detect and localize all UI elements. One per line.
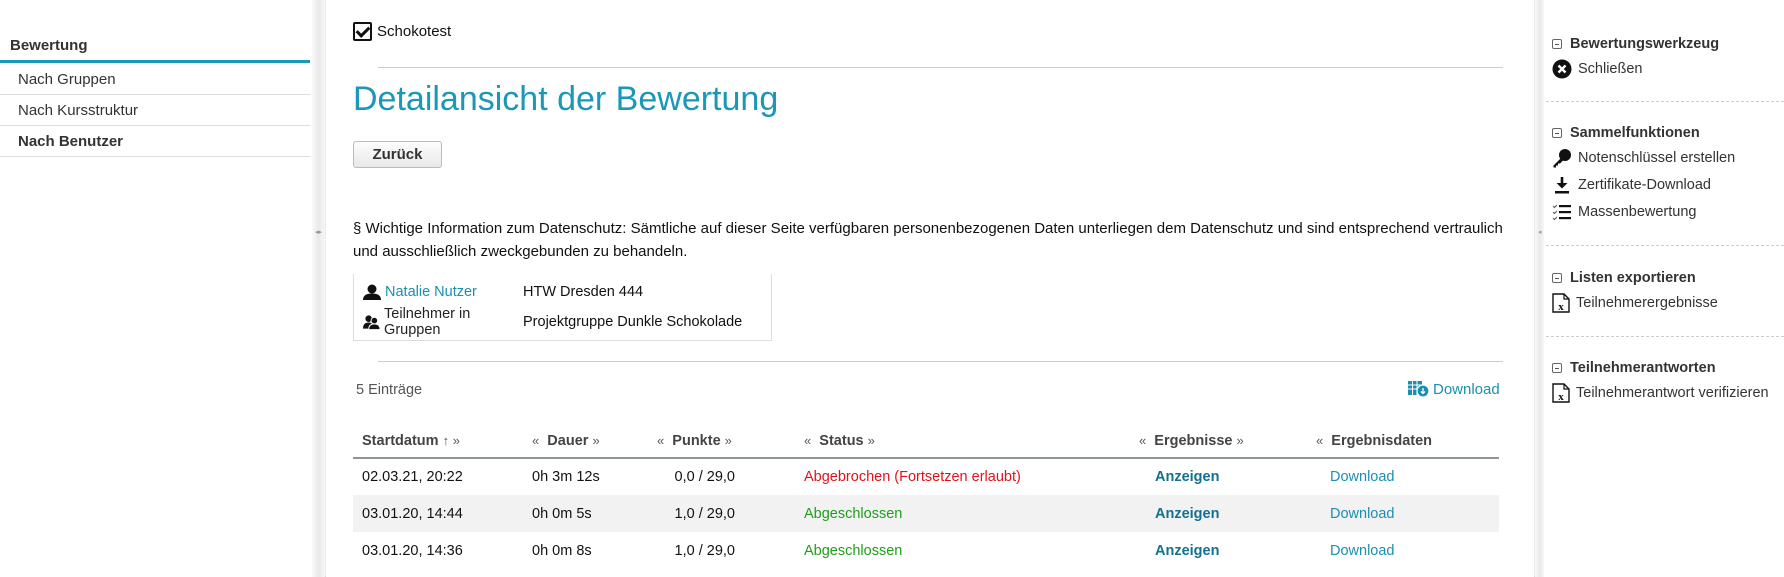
download-result-data-link[interactable]: Download	[1330, 506, 1395, 522]
download-result-data-link[interactable]: Download	[1330, 469, 1395, 485]
section-bulk-functions: Sammelfunktionen Notenschlüssel erstelle…	[1546, 122, 1784, 225]
breadcrumb-label: Schokotest	[377, 23, 452, 40]
groups-value: Projektgruppe Dunkle Schokolade	[523, 314, 743, 330]
section-separator	[1546, 336, 1784, 337]
collapse-icon	[1552, 363, 1562, 373]
nav-item-by-course-structure[interactable]: Nach Kursstruktur	[0, 95, 310, 126]
checklist-icon	[1552, 204, 1571, 220]
section-export-lists: Listen exportieren x Teilnehmerergebniss…	[1546, 267, 1784, 316]
download-icon	[1555, 176, 1569, 193]
nav-heading[interactable]: Bewertung	[0, 33, 310, 63]
groups-row: Teilnehmer in Gruppen Projektgruppe Dunk…	[363, 306, 743, 338]
svg-text:x: x	[1558, 391, 1564, 403]
table-row: 03.01.20, 14:44 0h 0m 5s 1,0 / 29,0 Abge…	[353, 495, 1499, 532]
user-info-box: Natalie Nutzer HTW Dresden 444 Teilnehme…	[353, 274, 772, 341]
user-icon	[363, 284, 381, 300]
cell-start: 03.01.20, 14:44	[353, 495, 523, 532]
cell-status: Abgebrochen (Fortsetzen erlaubt)	[804, 469, 1021, 485]
user-name-link[interactable]: Natalie Nutzer	[385, 284, 477, 300]
create-grading-key-button[interactable]: Notenschlüssel erstellen	[1546, 144, 1784, 171]
show-results-link[interactable]: Anzeigen	[1155, 543, 1219, 559]
show-results-link[interactable]: Anzeigen	[1155, 506, 1219, 522]
col-results[interactable]: « Ergebnisse »	[1130, 424, 1307, 459]
user-row: Natalie Nutzer HTW Dresden 444	[363, 282, 643, 302]
download-result-data-link[interactable]: Download	[1330, 543, 1395, 559]
table-row: 03.01.20, 14:36 0h 0m 8s 1,0 / 29,0 Abge…	[353, 532, 1499, 569]
section-separator	[1546, 101, 1784, 102]
divider	[378, 67, 1503, 68]
col-points[interactable]: « Punkte »	[648, 424, 795, 459]
nav-item-by-group[interactable]: Nach Gruppen	[0, 64, 310, 95]
cell-duration: 0h 3m 12s	[532, 469, 600, 485]
left-splitter[interactable]: ◂▸	[312, 0, 326, 577]
download-label: Download	[1433, 380, 1500, 398]
section-participant-answers: Teilnehmerantworten x Teilnehmerantwort …	[1546, 357, 1784, 406]
test-checkbox-icon	[353, 22, 372, 41]
certificates-download-button[interactable]: Zertifikate-Download	[1546, 171, 1784, 198]
col-duration[interactable]: « Dauer »	[523, 424, 648, 459]
main-content: Schokotest Detailansicht der Bewertung Z…	[353, 0, 1503, 577]
right-tool-panel: Bewertungswerkzeug Schließen Sammelfunkt…	[1546, 0, 1784, 577]
section-separator	[1546, 245, 1784, 246]
section-header[interactable]: Bewertungswerkzeug	[1546, 33, 1784, 55]
show-results-link[interactable]: Anzeigen	[1155, 469, 1219, 485]
cell-status: Abgeschlossen	[804, 542, 903, 559]
excel-file-icon: x	[1552, 292, 1570, 313]
close-circle-icon	[1552, 59, 1572, 78]
table-row: 02.03.21, 20:22 0h 3m 12s 0,0 / 29,0 Abg…	[353, 458, 1499, 495]
section-header[interactable]: Listen exportieren	[1546, 267, 1784, 289]
privacy-notice: § Wichtige Information zum Datenschutz: …	[353, 220, 1503, 260]
divider	[378, 361, 1503, 362]
close-tool-button[interactable]: Schließen	[1546, 55, 1784, 82]
bulk-grading-button[interactable]: Massenbewertung	[1546, 198, 1784, 225]
left-navigation: Bewertung Nach Gruppen Nach Kursstruktur…	[0, 0, 310, 577]
excel-file-icon: x	[1552, 382, 1570, 403]
splitter-grip-icon: ◂	[1538, 229, 1542, 236]
back-button[interactable]: Zurück	[353, 141, 442, 168]
page-title: Detailansicht der Bewertung	[353, 80, 779, 118]
col-result-data[interactable]: « Ergebnisdaten	[1307, 424, 1499, 459]
groups-label: Teilnehmer in Gruppen	[384, 306, 471, 338]
table-download-button[interactable]: Download	[1408, 380, 1500, 398]
cell-start: 02.03.21, 20:22	[362, 469, 463, 485]
cell-duration: 0h 0m 8s	[532, 542, 592, 559]
cell-points: 1,0 / 29,0	[648, 495, 795, 532]
section-grading-tool: Bewertungswerkzeug Schließen	[1546, 33, 1784, 82]
key-icon	[1553, 148, 1571, 167]
collapse-icon	[1552, 39, 1562, 49]
cell-points: 0,0 / 29,0	[674, 469, 735, 485]
group-icon	[363, 315, 381, 330]
participant-results-export-button[interactable]: x Teilnehmerergebnisse	[1546, 289, 1784, 316]
entry-count: 5 Einträge	[356, 382, 423, 398]
right-splitter[interactable]: ◂	[1534, 0, 1544, 577]
col-status[interactable]: « Status »	[795, 424, 1130, 459]
cell-start: 03.01.20, 14:36	[362, 542, 463, 559]
cell-points: 1,0 / 29,0	[674, 542, 735, 559]
section-header[interactable]: Teilnehmerantworten	[1546, 357, 1784, 379]
table-download-icon	[1408, 381, 1430, 398]
section-header[interactable]: Sammelfunktionen	[1546, 122, 1784, 144]
cell-status: Abgeschlossen	[795, 495, 1130, 532]
breadcrumb[interactable]: Schokotest	[353, 22, 451, 41]
table-header-row: Startdatum ↑ » « Dauer » « Punkte » « St…	[353, 424, 1499, 459]
user-institution: HTW Dresden 444	[523, 284, 644, 300]
nav-item-by-user[interactable]: Nach Benutzer	[0, 126, 310, 157]
collapse-icon	[1552, 128, 1562, 138]
splitter-grip-icon: ◂▸	[315, 229, 323, 236]
col-start-date[interactable]: Startdatum ↑ »	[353, 424, 523, 459]
svg-text:x: x	[1558, 301, 1564, 313]
verify-participant-answer-button[interactable]: x Teilnehmerantwort verifizieren	[1546, 379, 1784, 406]
cell-duration: 0h 0m 5s	[523, 495, 648, 532]
results-table: Startdatum ↑ » « Dauer » « Punkte » « St…	[353, 424, 1499, 569]
collapse-icon	[1552, 273, 1562, 283]
